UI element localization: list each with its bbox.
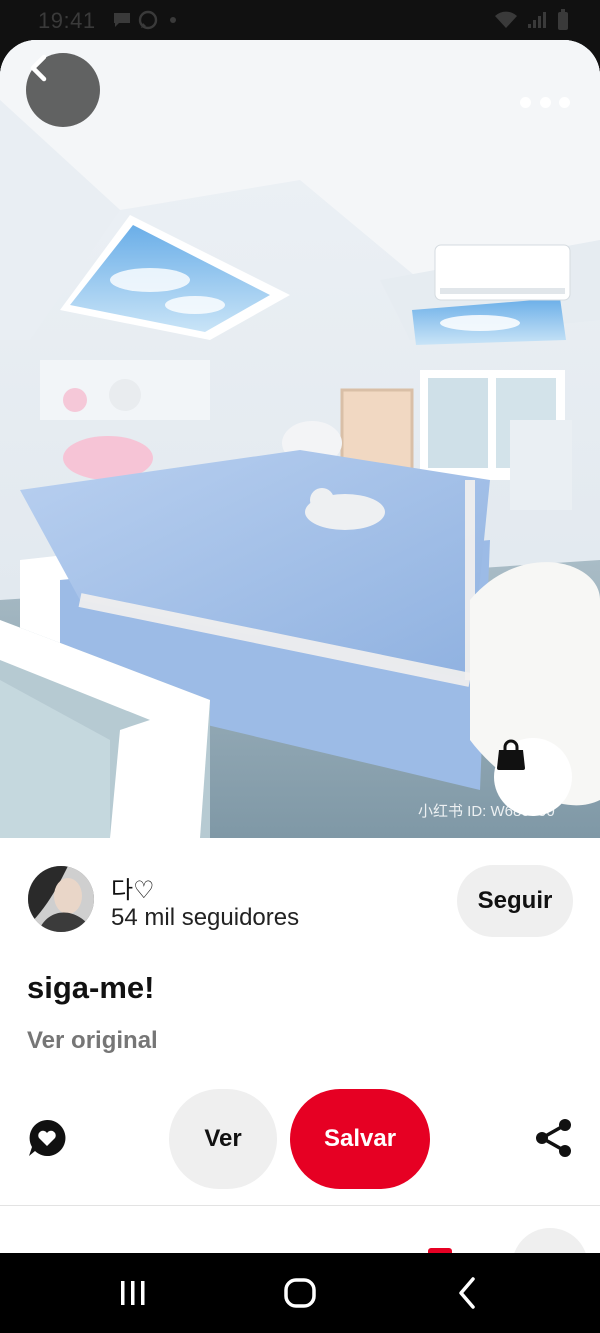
status-bar: 19:41	[0, 0, 600, 40]
pin-card: 小红书 ID: W680000 다♡ 54 mil seguidores Seg…	[0, 40, 600, 1253]
follower-count: 54 mil seguidores	[111, 904, 300, 931]
home-icon[interactable]	[280, 1273, 320, 1313]
battery-icon	[558, 9, 568, 30]
pin-image[interactable]: 小红书 ID: W680000	[0, 40, 600, 838]
pin-title: siga-me!	[27, 970, 155, 1005]
more-dots-icon	[559, 96, 570, 108]
view-button[interactable]: Ver	[169, 1089, 277, 1189]
system-nav-bar	[0, 1253, 600, 1333]
avatar-photo	[28, 866, 94, 932]
section-divider	[0, 1205, 600, 1206]
author-name[interactable]: 다♡	[111, 870, 155, 905]
save-button[interactable]: Salvar	[290, 1089, 430, 1189]
comment-button[interactable]	[26, 1117, 68, 1159]
more-dots-icon	[520, 96, 531, 108]
more-options-button[interactable]	[520, 88, 570, 116]
next-section-button[interactable]	[512, 1228, 588, 1253]
follow-button[interactable]: Seguir	[457, 865, 573, 937]
back-icon[interactable]	[448, 1273, 488, 1313]
whatsapp-icon	[138, 10, 158, 30]
status-time: 19:41	[38, 8, 96, 33]
share-icon	[536, 1119, 571, 1157]
more-notifications-dot	[170, 17, 176, 23]
signal-icon	[528, 12, 546, 28]
chat-bubble-icon	[114, 13, 130, 27]
share-button[interactable]	[533, 1117, 575, 1159]
wifi-icon	[495, 11, 517, 28]
image-watermark: 小红书 ID: W680000	[418, 803, 555, 820]
more-dots-icon	[539, 96, 551, 108]
notification-icons	[112, 10, 176, 30]
author-avatar[interactable]	[28, 866, 94, 932]
see-original-link[interactable]: Ver original	[27, 1027, 158, 1055]
chevron-left-icon	[30, 54, 47, 82]
shopping-bag-icon	[497, 739, 525, 770]
back-button[interactable]	[26, 53, 100, 127]
system-icons	[494, 9, 570, 31]
comment-heart-icon	[29, 1119, 66, 1156]
bedroom-photo	[0, 40, 600, 838]
recents-icon[interactable]	[113, 1273, 153, 1313]
